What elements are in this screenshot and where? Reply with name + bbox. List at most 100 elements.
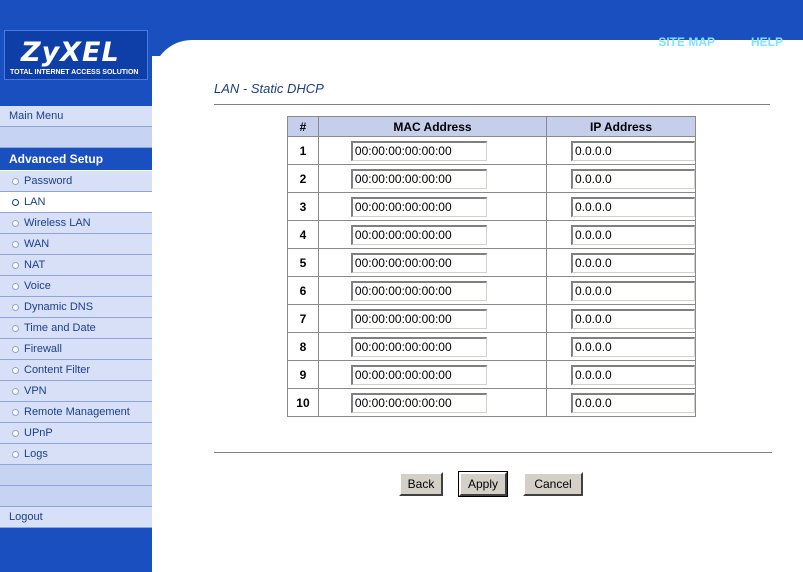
ip-address-input[interactable] [571,308,695,329]
sidebar-item-label: LAN [24,196,46,208]
mac-cell [317,276,548,305]
row-number: 7 [287,304,319,333]
ip-address-input[interactable] [571,224,695,245]
cancel-button[interactable]: Cancel [523,472,583,496]
ip-cell [546,388,696,417]
radio-icon [12,282,19,290]
radio-icon [12,240,19,248]
radio-icon [12,303,19,311]
ip-cell [546,304,696,333]
mac-address-input[interactable] [350,308,487,329]
button-bar: Back Apply Cancel [399,471,583,497]
logout-label: Logout [9,511,43,523]
table-row: 2 [287,164,696,193]
apply-button[interactable]: Apply [458,471,508,497]
ip-address-input[interactable] [571,168,695,189]
table-header-row: # MAC Address IP Address [287,116,696,137]
sidebar-item-password[interactable]: Password [0,171,152,192]
ip-cell [546,360,696,389]
table-row: 9 [287,360,696,389]
mac-cell [317,304,548,333]
sidebar-item-time-and-date[interactable]: Time and Date [0,318,152,339]
ip-cell [546,220,696,249]
ip-address-input[interactable] [571,280,695,301]
radio-icon [12,261,19,269]
mac-cell [317,136,548,165]
mac-cell [317,248,548,277]
ip-address-input[interactable] [571,252,695,273]
table-row: 1 [287,136,696,165]
divider-top [214,104,770,106]
radio-icon [12,387,19,395]
sidebar-item-label: Content Filter [24,364,91,376]
row-number: 1 [287,136,319,165]
radio-icon [12,345,19,353]
col-header-mac: MAC Address [317,116,548,137]
sidebar-item-logs[interactable]: Logs [0,444,152,465]
mac-address-input[interactable] [350,140,487,161]
table-row: 7 [287,304,696,333]
static-dhcp-table: # MAC Address IP Address 12345678910 [287,116,696,417]
row-number: 6 [287,276,319,305]
ip-cell [546,164,696,193]
sidebar-item-dynamic-dns[interactable]: Dynamic DNS [0,297,152,318]
mac-address-input[interactable] [350,392,487,413]
sidebar-item-lan[interactable]: LAN [0,192,152,213]
mac-cell [317,220,548,249]
main-menu-label: Main Menu [9,110,64,122]
sidebar-item-wireless-lan[interactable]: Wireless LAN [0,213,152,234]
ip-address-input[interactable] [571,140,695,161]
help-link[interactable]: HELP [751,35,783,49]
sidebar-spacer [0,127,152,148]
sidebar-item-label: Dynamic DNS [24,301,94,313]
sidebar-item-content-filter[interactable]: Content Filter [0,360,152,381]
advanced-setup-header: Advanced Setup [0,148,152,171]
sidebar-menu: Main Menu Advanced Setup Password LAN Wire… [0,106,152,528]
logout-link[interactable]: Logout [0,507,152,528]
mac-address-input[interactable] [350,252,487,273]
mac-address-input[interactable] [350,224,487,245]
radio-icon [12,366,19,374]
sidebar-item-label: Logs [24,448,48,460]
mac-address-input[interactable] [350,336,487,357]
sidebar-spacer [0,486,152,507]
mac-address-input[interactable] [350,196,487,217]
radio-icon [12,177,19,185]
table-row: 5 [287,248,696,277]
ip-address-input[interactable] [571,336,695,357]
sidebar-item-firewall[interactable]: Firewall [0,339,152,360]
sidebar-spacer [0,465,152,486]
radio-icon [12,429,19,437]
back-button[interactable]: Back [399,472,443,496]
ip-address-input[interactable] [571,196,695,217]
radio-icon [12,219,19,227]
main-menu-link[interactable]: Main Menu [0,106,152,127]
mac-address-input[interactable] [350,364,487,385]
ip-address-input[interactable] [571,364,695,385]
ip-address-input[interactable] [571,392,695,413]
site-map-link[interactable]: SITE MAP [658,35,715,49]
sidebar-item-upnp[interactable]: UPnP [0,423,152,444]
sidebar-item-label: Firewall [24,343,62,355]
col-header-ip: IP Address [546,116,696,137]
row-number: 4 [287,220,319,249]
mac-cell [317,388,548,417]
radio-icon [12,198,19,206]
sidebar-item-voice[interactable]: Voice [0,276,152,297]
sidebar-item-label: WAN [24,238,50,250]
top-bar [0,0,803,26]
row-number: 3 [287,192,319,221]
logo-box: ZyXEL TOTAL INTERNET ACCESS SOLUTION [4,30,148,80]
row-number: 9 [287,360,319,389]
sidebar-item-remote-management[interactable]: Remote Management [0,402,152,423]
sidebar-item-nat[interactable]: NAT [0,255,152,276]
radio-icon [12,324,19,332]
sidebar-item-wan[interactable]: WAN [0,234,152,255]
mac-address-input[interactable] [350,280,487,301]
ip-cell [546,136,696,165]
ip-cell [546,332,696,361]
radio-icon [12,408,19,416]
mac-cell [317,192,548,221]
sidebar-item-vpn[interactable]: VPN [0,381,152,402]
mac-address-input[interactable] [350,168,487,189]
